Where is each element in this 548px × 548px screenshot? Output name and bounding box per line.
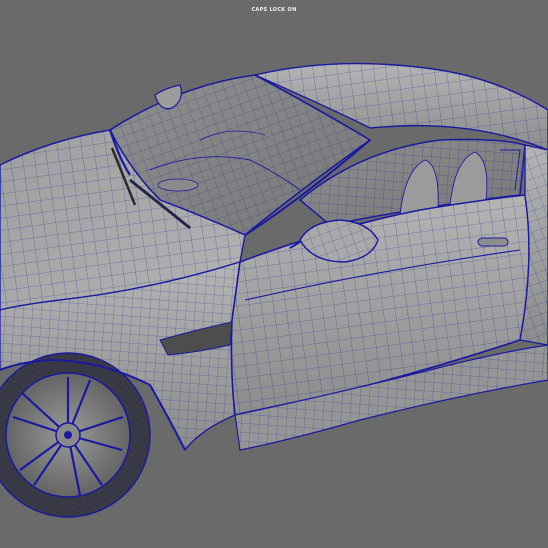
front-wheel[interactable] — [0, 352, 151, 518]
3d-viewport[interactable]: CAPS LOCK ON — [0, 0, 548, 548]
door-handle[interactable] — [477, 237, 509, 247]
car-model-render[interactable] — [0, 0, 548, 548]
